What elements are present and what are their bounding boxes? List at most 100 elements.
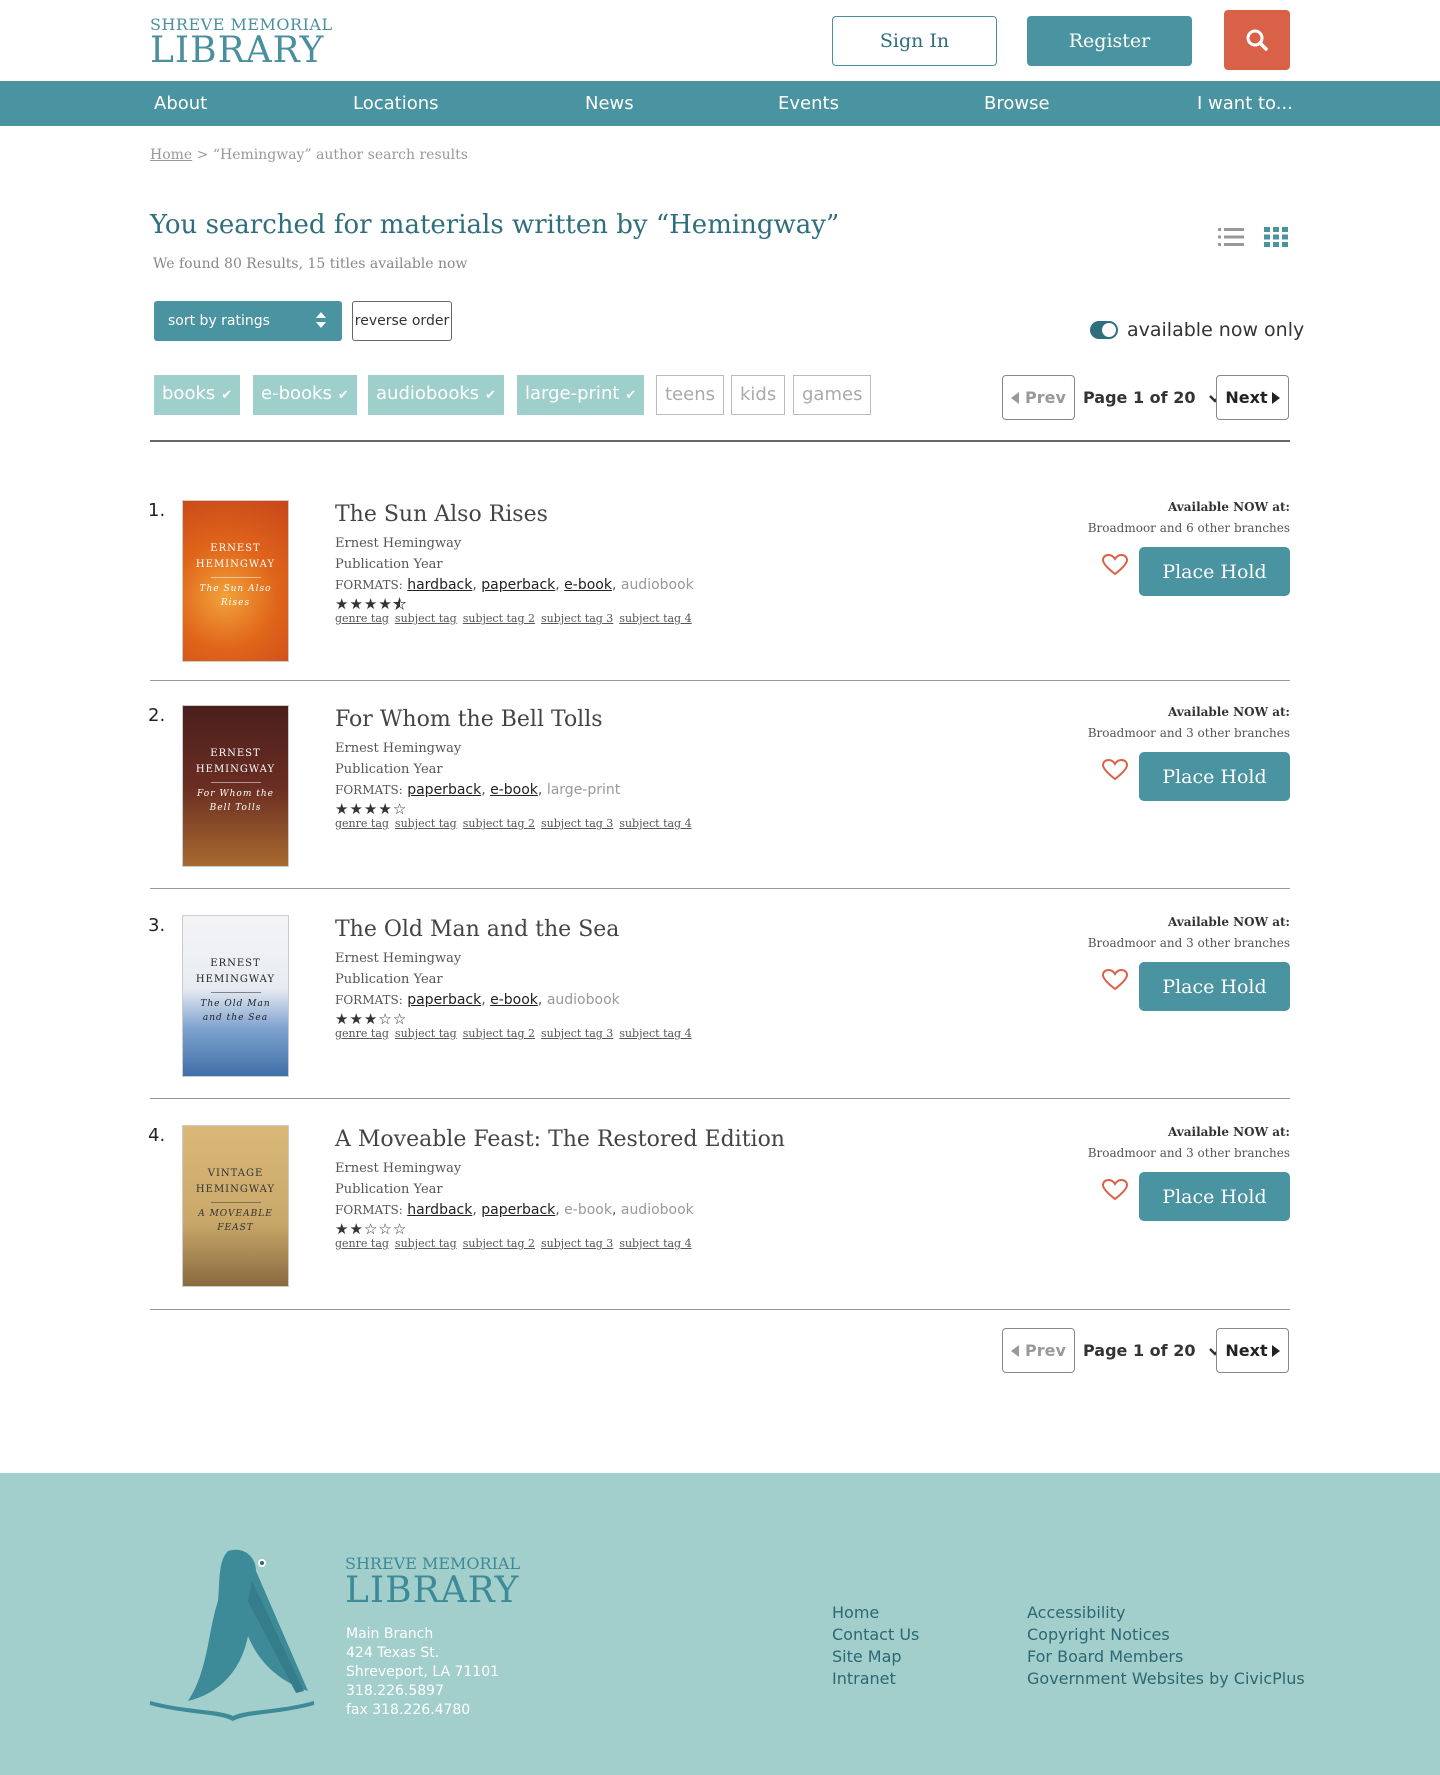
cover-author-last: HEMINGWAY xyxy=(195,974,276,985)
availability-branches[interactable]: Broadmoor and 6 other branches xyxy=(1088,521,1290,535)
star-full-icon: ★ xyxy=(349,1010,364,1028)
page-select[interactable]: Page 1 of 20 xyxy=(1083,375,1221,420)
filter-chip-kids[interactable]: kids xyxy=(731,375,786,415)
footer-link-civicplus[interactable]: Government Websites by CivicPlus xyxy=(1027,1668,1305,1690)
heart-icon[interactable] xyxy=(1102,554,1128,576)
sign-in-button[interactable]: Sign In xyxy=(832,16,997,66)
tag-link[interactable]: genre tag xyxy=(335,1027,389,1040)
tag-link[interactable]: subject tag 3 xyxy=(541,1027,613,1040)
footer-link-copyright[interactable]: Copyright Notices xyxy=(1027,1624,1305,1646)
tag-link[interactable]: subject tag 3 xyxy=(541,1237,613,1250)
breadcrumb: Home > “Hemingway” author search results xyxy=(150,147,468,163)
tag-link[interactable]: subject tag xyxy=(395,1237,457,1250)
breadcrumb-home-link[interactable]: Home xyxy=(150,147,192,163)
tag-link[interactable]: subject tag 2 xyxy=(463,612,535,625)
nav-locations[interactable]: Locations xyxy=(353,81,439,126)
tag-link[interactable]: subject tag xyxy=(395,612,457,625)
result-tags: genre tag subject tag subject tag 2 subject… xyxy=(335,612,698,625)
prev-page-button[interactable]: Prev xyxy=(1002,1328,1075,1373)
filter-chip-large-print[interactable]: large-print ✔ xyxy=(517,375,645,415)
result-number: 1. xyxy=(148,500,166,521)
filter-chip-games[interactable]: games xyxy=(793,375,872,415)
tag-link[interactable]: subject tag xyxy=(395,1027,457,1040)
tag-link[interactable]: subject tag 4 xyxy=(619,817,691,830)
format-link[interactable]: paperback xyxy=(407,782,481,798)
tag-link[interactable]: subject tag 2 xyxy=(463,817,535,830)
tag-link[interactable]: subject tag 4 xyxy=(619,612,691,625)
place-hold-button[interactable]: Place Hold xyxy=(1139,547,1290,596)
availability-branches[interactable]: Broadmoor and 3 other branches xyxy=(1088,1146,1290,1160)
result-title[interactable]: The Old Man and the Sea xyxy=(335,917,619,942)
result-formats: FORMATS: paperback, e-book, large-print xyxy=(335,782,621,798)
search-button[interactable] xyxy=(1224,10,1290,70)
format-link[interactable]: paperback xyxy=(407,992,481,1008)
footer-link-contact[interactable]: Contact Us xyxy=(832,1624,919,1646)
format-link[interactable]: e-book xyxy=(490,992,538,1008)
available-now-toggle[interactable] xyxy=(1090,321,1118,339)
place-hold-button[interactable]: Place Hold xyxy=(1139,1172,1290,1221)
prev-page-button[interactable]: Prev xyxy=(1002,375,1075,420)
tag-link[interactable]: subject tag xyxy=(395,817,457,830)
availability-branches[interactable]: Broadmoor and 3 other branches xyxy=(1088,726,1290,740)
tag-link[interactable]: subject tag 3 xyxy=(541,612,613,625)
filter-chip-audiobooks[interactable]: audiobooks ✔ xyxy=(368,375,505,415)
format-link[interactable]: hardback xyxy=(407,1202,472,1218)
footer-link-accessibility[interactable]: Accessibility xyxy=(1027,1602,1305,1624)
tag-link[interactable]: subject tag 4 xyxy=(619,1027,691,1040)
footer-link-intranet[interactable]: Intranet xyxy=(832,1668,919,1690)
library-logo[interactable]: SHREVE MEMORIAL LIBRARY xyxy=(150,16,333,69)
tag-link[interactable]: subject tag 4 xyxy=(619,1237,691,1250)
format-link[interactable]: paperback xyxy=(481,577,555,593)
nav-browse[interactable]: Browse xyxy=(984,81,1050,126)
footer-link-home[interactable]: Home xyxy=(832,1602,919,1624)
phone-number[interactable]: 318.226.5897 xyxy=(346,1682,499,1701)
tag-link[interactable]: genre tag xyxy=(335,612,389,625)
heart-icon[interactable] xyxy=(1102,759,1128,781)
heart-icon[interactable] xyxy=(1102,1179,1128,1201)
footer-link-sitemap[interactable]: Site Map xyxy=(832,1646,919,1668)
result-title[interactable]: The Sun Also Rises xyxy=(335,502,548,527)
book-cover[interactable]: VINTAGE HEMINGWAY A MOVEABLE FEAST xyxy=(182,1125,289,1287)
pelican-logo-icon xyxy=(150,1549,314,1721)
tag-link[interactable]: subject tag 2 xyxy=(463,1027,535,1040)
result-tags: genre tag subject tag subject tag 2 subject… xyxy=(335,1027,698,1040)
tag-link[interactable]: genre tag xyxy=(335,817,389,830)
tag-link[interactable]: genre tag xyxy=(335,1237,389,1250)
availability-branches[interactable]: Broadmoor and 3 other branches xyxy=(1088,936,1290,950)
reverse-order-button[interactable]: reverse order xyxy=(352,301,452,341)
heart-icon[interactable] xyxy=(1102,969,1128,991)
book-cover[interactable]: ERNEST HEMINGWAY The Old Man and the Sea xyxy=(182,915,289,1077)
book-cover[interactable]: ERNEST HEMINGWAY For Whom the Bell Tolls xyxy=(182,705,289,867)
footer-logo[interactable]: SHREVE MEMORIAL LIBRARY xyxy=(345,1555,520,1609)
grid-view-button[interactable] xyxy=(1264,227,1288,251)
sort-select[interactable]: sort by ratings xyxy=(154,301,342,341)
format-link[interactable]: e-book xyxy=(564,577,612,593)
result-title[interactable]: A Moveable Feast: The Restored Edition xyxy=(335,1127,785,1152)
nav-news[interactable]: News xyxy=(585,81,634,126)
filter-chip-e-books[interactable]: e-books ✔ xyxy=(253,375,357,415)
format-link[interactable]: hardback xyxy=(407,577,472,593)
page-select[interactable]: Page 1 of 20 xyxy=(1083,1328,1221,1373)
footer-link-board[interactable]: For Board Members xyxy=(1027,1646,1305,1668)
filter-chip-books[interactable]: books ✔ xyxy=(154,375,241,415)
place-hold-button[interactable]: Place Hold xyxy=(1139,752,1290,801)
result-formats: FORMATS: hardback, paperback, e-book, au… xyxy=(335,577,694,593)
format-link[interactable]: paperback xyxy=(481,1202,555,1218)
filter-chip-teens[interactable]: teens xyxy=(656,375,724,415)
next-page-button[interactable]: Next xyxy=(1216,1328,1289,1373)
place-hold-button[interactable]: Place Hold xyxy=(1139,962,1290,1011)
list-view-button[interactable] xyxy=(1218,227,1244,251)
book-cover[interactable]: ERNEST HEMINGWAY The Sun Also Rises xyxy=(182,500,289,662)
caret-right-icon xyxy=(1271,391,1280,404)
nav-about[interactable]: About xyxy=(154,81,207,126)
result-pub-year: Publication Year xyxy=(335,972,443,987)
tag-link[interactable]: subject tag 2 xyxy=(463,1237,535,1250)
nav-i-want-to[interactable]: I want to... xyxy=(1197,81,1293,126)
tag-link[interactable]: subject tag 3 xyxy=(541,817,613,830)
result-title[interactable]: For Whom the Bell Tolls xyxy=(335,707,603,732)
next-page-button[interactable]: Next xyxy=(1216,375,1289,420)
footer-logo-big: LIBRARY xyxy=(345,1570,520,1611)
nav-events[interactable]: Events xyxy=(778,81,839,126)
register-button[interactable]: Register xyxy=(1027,16,1192,66)
format-link[interactable]: e-book xyxy=(490,782,538,798)
